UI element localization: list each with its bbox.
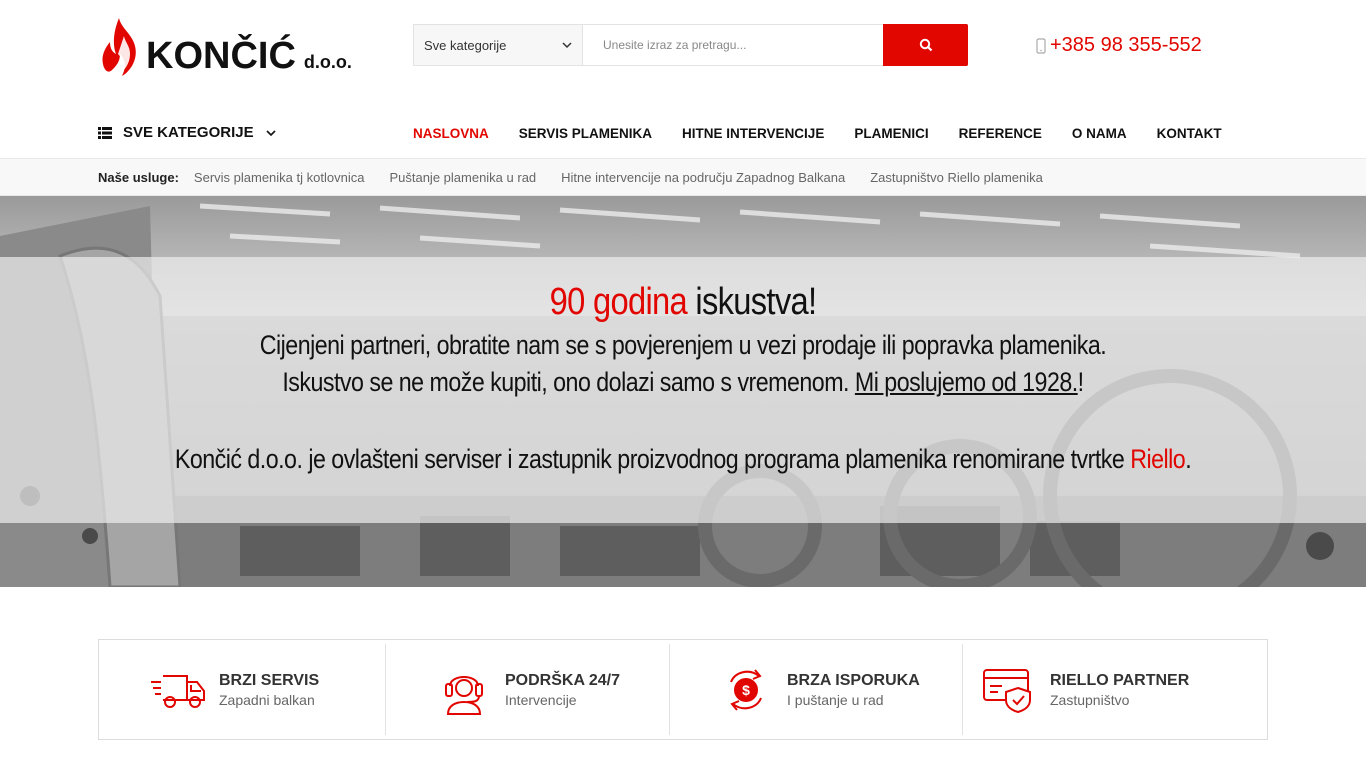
mobile-phone-icon	[1036, 37, 1046, 54]
features-box: BRZI SERVIS Zapadni balkan PODRŠKA 24/7 …	[98, 639, 1268, 740]
feature-title: PODRŠKA 24/7	[505, 671, 620, 689]
hero-title-highlight: 90 godina	[549, 281, 688, 323]
chevron-down-icon	[266, 129, 276, 136]
category-select[interactable]: Sve kategorije	[414, 25, 583, 65]
hero-line-2: Iskustvo se ne može kupiti, ono dolazi s…	[96, 364, 1271, 401]
nav-item-reference[interactable]: REFERENCE	[959, 126, 1042, 141]
feature-title: BRZI SERVIS	[219, 671, 320, 689]
phone-link[interactable]: +385 98 355-552	[1036, 34, 1202, 57]
feature-subtitle: Intervencije	[505, 691, 577, 708]
search-input[interactable]	[583, 25, 883, 65]
main-navigation: SVE KATEGORIJE NASLOVNA SERVIS PLAMENIKA…	[0, 112, 1366, 158]
hero-line-3-end: .	[1185, 444, 1192, 474]
logo[interactable]: KONČIĆ d.o.o.	[98, 14, 368, 78]
service-link[interactable]: Servis plamenika tj kotlovnica	[194, 170, 365, 185]
hero-line-2-text: Iskustvo se ne može kupiti, ono dolazi s…	[282, 367, 849, 397]
hero-title-rest: iskustva!	[695, 281, 817, 323]
feature-subtitle: I puštanje u rad	[787, 691, 884, 708]
feature-item: PODRŠKA 24/7 Intervencije	[385, 640, 669, 739]
hero-title: 90 godina iskustva!	[96, 277, 1271, 327]
feature-title: BRZA ISPORUKA	[787, 671, 920, 689]
search-icon	[919, 38, 932, 52]
phone-number: +385 98 355-552	[1050, 34, 1202, 56]
hero-since-link[interactable]: Mi poslujemo od 1928.	[855, 367, 1078, 397]
service-link[interactable]: Puštanje plamenika u rad	[389, 170, 536, 185]
headset-icon	[445, 675, 483, 715]
service-link[interactable]: Hitne intervencije na području Zapadnog …	[561, 170, 845, 185]
all-categories-label: SVE KATEGORIJE	[123, 124, 254, 141]
feature-item: RIELLO PARTNER Zastupništvo	[962, 640, 1267, 739]
services-bar: Naše usluge: Servis plamenika tj kotlovn…	[0, 158, 1366, 196]
hero-banner: 90 godina iskustva! Cijenjeni partneri, …	[0, 196, 1366, 587]
service-link[interactable]: Zastupništvo Riello plamenika	[870, 170, 1043, 185]
header: KONČIĆ d.o.o. Sve kategorije +385 98 355…	[0, 0, 1366, 100]
truck-icon	[151, 674, 205, 708]
hero-line-3-text: Končić d.o.o. je ovlašteni serviser i za…	[174, 444, 1125, 474]
hero-line-2-end: !	[1077, 367, 1084, 397]
nav-item-kontakt[interactable]: KONTAKT	[1157, 126, 1222, 141]
feature-title: RIELLO PARTNER	[1050, 671, 1190, 689]
nav-item-hitne-intervencije[interactable]: HITNE INTERVENCIJE	[682, 126, 824, 141]
category-select-value: Sve kategorije	[424, 37, 507, 53]
nav-item-servis-plamenika[interactable]: SERVIS PLAMENIKA	[519, 126, 652, 141]
flame-icon	[102, 18, 136, 76]
brand-suffix: d.o.o.	[303, 52, 352, 72]
feature-item: $ BRZA ISPORUKA I puštanje u rad	[669, 640, 962, 739]
brand-name: KONČIĆ	[146, 35, 296, 77]
feature-item: BRZI SERVIS Zapadni balkan	[99, 640, 385, 739]
list-icon	[98, 126, 112, 139]
all-categories-toggle[interactable]: SVE KATEGORIJE	[98, 124, 276, 141]
svg-text:$: $	[742, 682, 750, 698]
hero-text: 90 godina iskustva! Cijenjeni partneri, …	[0, 277, 1366, 478]
search-button[interactable]	[883, 24, 968, 66]
chevron-down-icon	[562, 42, 572, 49]
hero-line-1: Cijenjeni partneri, obratite nam se s po…	[259, 330, 1107, 360]
nav-item-plamenici[interactable]: PLAMENICI	[854, 126, 928, 141]
nav-item-naslovna[interactable]: NASLOVNA	[413, 126, 489, 141]
feature-subtitle: Zapadni balkan	[219, 691, 315, 708]
dollar-refresh-icon: $	[730, 668, 762, 711]
services-label: Naše usluge:	[98, 169, 179, 185]
search-bar: Sve kategorije	[413, 24, 968, 66]
hero-line-3: Končić d.o.o. je ovlašteni serviser i za…	[96, 441, 1271, 478]
hero-riello-highlight: Riello	[1130, 444, 1186, 474]
card-shield-icon	[983, 668, 1031, 713]
nav-item-o-nama[interactable]: O NAMA	[1072, 126, 1127, 141]
menu: NASLOVNA SERVIS PLAMENIKA HITNE INTERVEN…	[413, 126, 1222, 141]
feature-subtitle: Zastupništvo	[1050, 691, 1130, 708]
